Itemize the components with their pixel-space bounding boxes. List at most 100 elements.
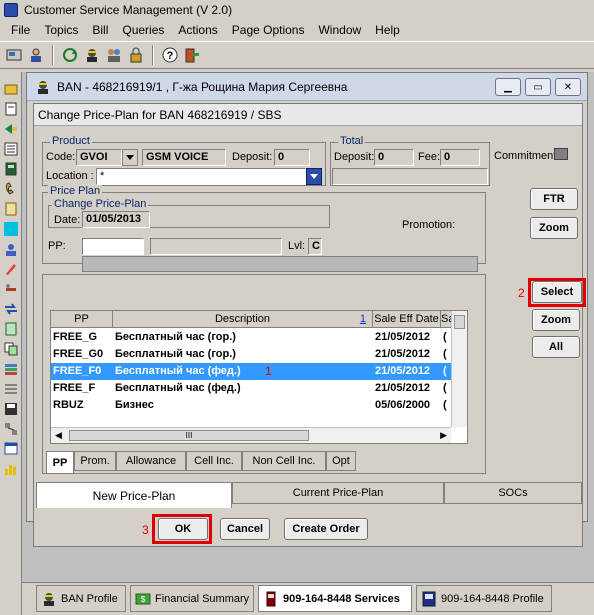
- cell-date: 21/05/2012: [375, 382, 431, 394]
- toolbar-separator: [152, 45, 154, 65]
- pencil-icon[interactable]: [4, 262, 18, 276]
- tab-cell-inc[interactable]: Cell Inc.: [186, 451, 242, 471]
- location-field[interactable]: *: [96, 168, 306, 185]
- cell-sa: (: [443, 365, 447, 377]
- commitment-checkbox[interactable]: [554, 148, 568, 160]
- tab-allowance[interactable]: Allowance: [116, 451, 186, 471]
- tab-opt[interactable]: Opt: [326, 451, 356, 471]
- cancel-button[interactable]: Cancel: [220, 518, 270, 540]
- users-icon[interactable]: [104, 45, 124, 65]
- grid-vertical-scrollbar[interactable]: [451, 311, 467, 427]
- fee-field: 0: [440, 149, 480, 166]
- code-label: Code:: [46, 151, 76, 163]
- money-icon: $: [135, 593, 151, 604]
- product-label: Product: [50, 135, 92, 147]
- scroll-thumb[interactable]: [454, 315, 465, 329]
- lock-icon[interactable]: [126, 45, 146, 65]
- menu-page-options[interactable]: Page Options: [225, 21, 312, 39]
- cyan-square-icon[interactable]: [3, 222, 18, 236]
- pp-field[interactable]: [82, 238, 144, 255]
- menu-bill[interactable]: Bill: [85, 21, 115, 39]
- settings-icon[interactable]: [4, 45, 24, 65]
- tab-financial-summary[interactable]: $ Financial Summary: [130, 585, 254, 612]
- lvl-label: Lvl:: [288, 240, 306, 252]
- zoom-results-button[interactable]: Zoom: [532, 309, 580, 331]
- grid-horizontal-scrollbar[interactable]: ◀ III ▶: [51, 427, 451, 443]
- agent-icon[interactable]: [82, 45, 102, 65]
- transfer-icon[interactable]: [4, 302, 18, 316]
- phone-icon[interactable]: [4, 182, 18, 196]
- tab-ban-profile[interactable]: BAN Profile: [36, 585, 126, 612]
- dialog-title: Change Price-Plan for BAN 468216919 / SB…: [38, 107, 282, 122]
- lines-icon[interactable]: [4, 382, 18, 396]
- column-header-description[interactable]: Description 1: [113, 311, 373, 327]
- table-row[interactable]: RBUZ Бизнес 05/06/2000 (: [51, 397, 451, 414]
- scroll-right-icon[interactable]: ▶: [440, 430, 447, 441]
- notes-icon[interactable]: [4, 202, 18, 216]
- folder-icon[interactable]: [4, 82, 18, 96]
- stack-icon[interactable]: [4, 362, 18, 376]
- maximize-button[interactable]: ▭: [525, 78, 551, 96]
- cell-date: 05/06/2000: [375, 399, 431, 411]
- table-row[interactable]: FREE_G0 Бесплатный час (гор.) 21/05/2012…: [51, 346, 451, 363]
- table-row-selected[interactable]: FREE_F0 Бесплатный час (фед.) 1 21/05/20…: [51, 363, 451, 380]
- app-title-bar: Customer Service Management (V 2.0): [0, 0, 594, 20]
- horizontal-scroll-thumb[interactable]: III: [69, 430, 309, 441]
- price-plan-grid[interactable]: PP Description 1 Sale Eff Date Sa FREE_G…: [50, 310, 468, 444]
- copy-icon[interactable]: [4, 342, 18, 356]
- all-button[interactable]: All: [532, 336, 580, 358]
- zoom-button[interactable]: Zoom: [530, 217, 578, 239]
- window-icon[interactable]: [4, 442, 18, 456]
- list-icon[interactable]: [4, 142, 18, 156]
- table-row[interactable]: FREE_F Бесплатный час (фед.) 21/05/2012 …: [51, 380, 451, 397]
- chart-icon[interactable]: [4, 462, 18, 476]
- help-icon[interactable]: ?: [160, 45, 180, 65]
- column-header-sa[interactable]: Sa: [441, 311, 451, 327]
- menu-help[interactable]: Help: [368, 21, 407, 39]
- tab-label: Financial Summary: [155, 592, 250, 605]
- menu-topics[interactable]: Topics: [37, 21, 85, 39]
- tab-pp[interactable]: PP: [46, 451, 74, 473]
- column-header-sale-eff-date[interactable]: Sale Eff Date: [373, 311, 441, 327]
- create-order-button[interactable]: Create Order: [284, 518, 368, 540]
- close-button[interactable]: ✕: [555, 78, 581, 96]
- close-icon: ✕: [563, 81, 573, 93]
- people-icon[interactable]: [4, 242, 18, 256]
- table-row[interactable]: FREE_G Бесплатный час (гор.) 21/05/2012 …: [51, 329, 451, 346]
- date-label: Date:: [54, 214, 81, 226]
- refresh-icon[interactable]: [60, 45, 80, 65]
- tab-services[interactable]: 909-164-8448 Services: [258, 585, 412, 612]
- document-icon[interactable]: [4, 102, 18, 116]
- code-dropdown-button[interactable]: [122, 149, 138, 166]
- marker-1: 1: [265, 364, 272, 378]
- phone-icon: [266, 591, 276, 606]
- menu-queries[interactable]: Queries: [115, 21, 171, 39]
- tab-prom[interactable]: Prom.: [74, 451, 116, 471]
- network-icon[interactable]: [4, 422, 18, 436]
- minimize-button[interactable]: ▁: [495, 78, 521, 96]
- menu-window[interactable]: Window: [311, 21, 368, 39]
- tab-current-price-plan[interactable]: Current Price-Plan: [232, 482, 444, 504]
- tab-non-cell-inc[interactable]: Non Cell Inc.: [242, 451, 326, 471]
- tab-new-price-plan[interactable]: New Price-Plan: [36, 482, 232, 508]
- calculator-icon[interactable]: [4, 162, 18, 176]
- fee-label: Fee:: [418, 151, 441, 163]
- location-dropdown-button[interactable]: [306, 168, 322, 185]
- ftr-button[interactable]: FTR: [530, 188, 578, 210]
- location-label: Location :: [46, 170, 94, 182]
- save-icon[interactable]: [4, 402, 18, 416]
- exit-icon[interactable]: [182, 45, 202, 65]
- arrow-icon[interactable]: [4, 122, 18, 136]
- tab-profile[interactable]: 909-164-8448 Profile: [416, 585, 552, 612]
- date-field[interactable]: 01/05/2013: [82, 211, 150, 228]
- tools-icon[interactable]: [4, 282, 18, 296]
- menu-actions[interactable]: Actions: [171, 21, 224, 39]
- tab-socs[interactable]: SOCs: [444, 482, 582, 504]
- column-header-pp[interactable]: PP: [51, 311, 113, 327]
- page-icon[interactable]: [4, 322, 18, 336]
- cell-pp: FREE_F0: [53, 365, 102, 377]
- menu-file[interactable]: File: [4, 21, 37, 39]
- user-icon[interactable]: [26, 45, 46, 65]
- code-field[interactable]: GVOI: [76, 149, 122, 166]
- scroll-left-icon[interactable]: ◀: [55, 430, 62, 441]
